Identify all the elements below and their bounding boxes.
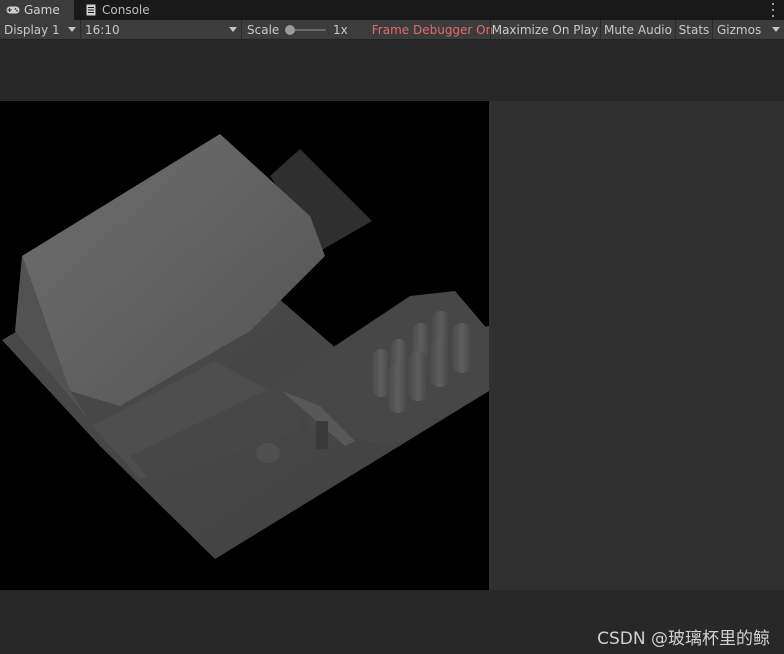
editor-tab-strip: Game Console: [0, 0, 784, 20]
console-icon: [84, 4, 98, 16]
scale-slider-handle[interactable]: [285, 25, 295, 35]
viewport-side-area: [489, 101, 784, 590]
game-view-toolbar: Display 1 16:10 Scale 1x Frame Debugger …: [0, 20, 784, 40]
frame-debugger-indicator[interactable]: Frame Debugger On: [372, 20, 493, 39]
game-view: CSDN @玻璃杯里的鲸: [0, 40, 784, 654]
depth-render-image: [2, 134, 489, 559]
gamepad-icon: [6, 4, 20, 16]
watermark-text: CSDN @玻璃杯里的鲸: [597, 629, 770, 649]
display-dropdown[interactable]: Display 1: [0, 20, 80, 39]
scale-slider-track[interactable]: [290, 29, 326, 31]
tab-console[interactable]: Console: [78, 0, 158, 20]
maximize-on-play-button[interactable]: Maximize On Play: [491, 20, 599, 39]
gizmos-dropdown[interactable]: Gizmos: [713, 20, 784, 39]
chevron-down-icon: [68, 27, 76, 32]
toolbar-divider: [241, 20, 242, 39]
chevron-down-icon: [772, 27, 780, 32]
game-viewport[interactable]: [0, 101, 489, 590]
scale-value: 1x: [333, 22, 348, 37]
scale-label: Scale: [247, 22, 280, 37]
tab-game[interactable]: Game: [0, 0, 74, 20]
tab-console-label: Console: [102, 3, 150, 17]
mute-audio-button[interactable]: Mute Audio: [601, 20, 675, 39]
display-dropdown-label: Display 1: [4, 22, 60, 37]
stats-button[interactable]: Stats: [676, 20, 712, 39]
gizmos-label: Gizmos: [717, 22, 762, 37]
letterbox-top: [0, 40, 784, 101]
more-options-icon[interactable]: [770, 3, 776, 17]
tab-game-label: Game: [24, 3, 60, 17]
aspect-ratio-dropdown[interactable]: 16:10: [81, 20, 241, 39]
aspect-ratio-label: 16:10: [85, 22, 120, 37]
chevron-down-icon: [229, 27, 237, 32]
